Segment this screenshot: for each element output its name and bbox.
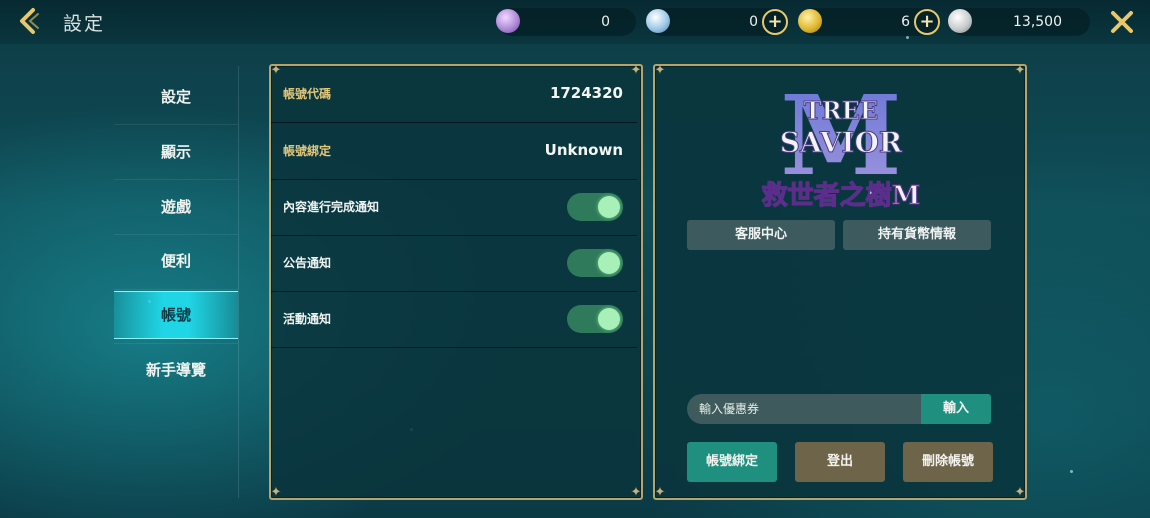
account-id-row: 帳號代碼 1724320 [271,66,637,123]
account-binding-label: 帳號綁定 [283,144,332,158]
currency-value: 0 [601,14,610,30]
sidebar-item-game[interactable]: 遊戲 [114,184,238,230]
sidebar-item-tutorial[interactable]: 新手導覽 [114,347,238,393]
currency-blue-crystal: 0 + [646,8,788,36]
add-blue-crystal-button[interactable]: + [762,9,788,35]
logo-title-tree: TREE [804,96,878,125]
customer-service-button[interactable]: 客服中心 [687,220,835,250]
add-gold-coin-button[interactable]: + [914,9,940,35]
coupon-submit-button[interactable]: 輸入 [921,394,991,424]
sidebar-item-display[interactable]: 顯示 [114,129,238,175]
account-info-panel: ✦ ✦ ✦ ✦ 帳號代碼 1724320 帳號綁定 Unknown 內容進行完成… [269,64,643,500]
content-complete-notification-row: 內容進行完成通知 [271,179,637,236]
event-notification-row: 活動通知 [271,291,637,348]
content-complete-notification-toggle[interactable] [567,193,623,221]
currency-value: 0 [749,14,758,30]
currency-info-button[interactable]: 持有貨幣情報 [843,220,991,250]
currency-gold-coin: 6 + [798,8,940,36]
page-title: 設定 [63,13,106,35]
sidebar-divider [114,343,238,344]
corner-ornament-icon: ✦ [654,485,666,500]
back-icon[interactable] [14,6,44,36]
corner-ornament-icon: ✦ [630,485,642,500]
event-notification-label: 活動通知 [283,312,332,326]
blue-crystal-icon [646,9,670,33]
corner-ornament-icon: ✦ [1014,485,1026,500]
sidebar-item-convenience[interactable]: 便利 [114,238,238,284]
gold-coin-icon [798,9,822,33]
announcement-notification-row: 公告通知 [271,235,637,292]
currency-value: 6 [901,14,910,30]
close-icon[interactable] [1108,8,1136,36]
sidebar-separator [238,66,239,498]
currency-silver-coin: 13,500 [948,8,1090,36]
content-complete-notification-label: 內容進行完成通知 [283,200,380,214]
top-bar: 設定 0 0 + 6 + 13,500 [0,0,1150,44]
logo-subtitle: 救世者之樹M [762,180,921,211]
sidebar-divider [114,124,238,125]
toggle-knob [598,308,620,330]
corner-ornament-icon: ✦ [654,63,666,78]
sidebar-item-account[interactable]: 帳號 [114,291,238,339]
account-id-label: 帳號代碼 [283,87,332,101]
currency-purple-gem: 0 [496,8,636,36]
sidebar-item-settings[interactable]: 設定 [114,74,238,120]
toggle-knob [598,196,620,218]
account-binding-row: 帳號綁定 Unknown [271,123,637,180]
coupon-input[interactable]: 輸入優惠券 [687,394,923,424]
logo-title-savior: SAVIOR [780,126,903,159]
event-notification-toggle[interactable] [567,305,623,333]
announcement-notification-toggle[interactable] [567,249,623,277]
account-binding-value: Unknown [544,141,623,159]
logout-button[interactable]: 登出 [795,442,885,482]
sidebar-divider [114,179,238,180]
delete-account-button[interactable]: 刪除帳號 [903,442,993,482]
account-actions-panel: ✦ ✦ ✦ ✦ M TREE SAVIOR 救世者之樹M 客服中心 持有貨幣情報… [653,64,1027,500]
sparkle-decoration [1070,470,1073,473]
currency-value: 13,500 [1013,14,1062,30]
sidebar-divider [114,289,238,290]
sidebar-divider [114,234,238,235]
announcement-notification-label: 公告通知 [283,256,332,270]
account-binding-button[interactable]: 帳號綁定 [687,442,777,482]
silver-coin-icon [948,9,972,33]
game-logo: M TREE SAVIOR 救世者之樹M [761,71,921,214]
corner-ornament-icon: ✦ [270,485,282,500]
account-id-value: 1724320 [549,84,623,102]
toggle-knob [598,252,620,274]
purple-gem-icon [496,9,520,33]
corner-ornament-icon: ✦ [1014,63,1026,78]
sparkle-decoration [906,36,909,39]
